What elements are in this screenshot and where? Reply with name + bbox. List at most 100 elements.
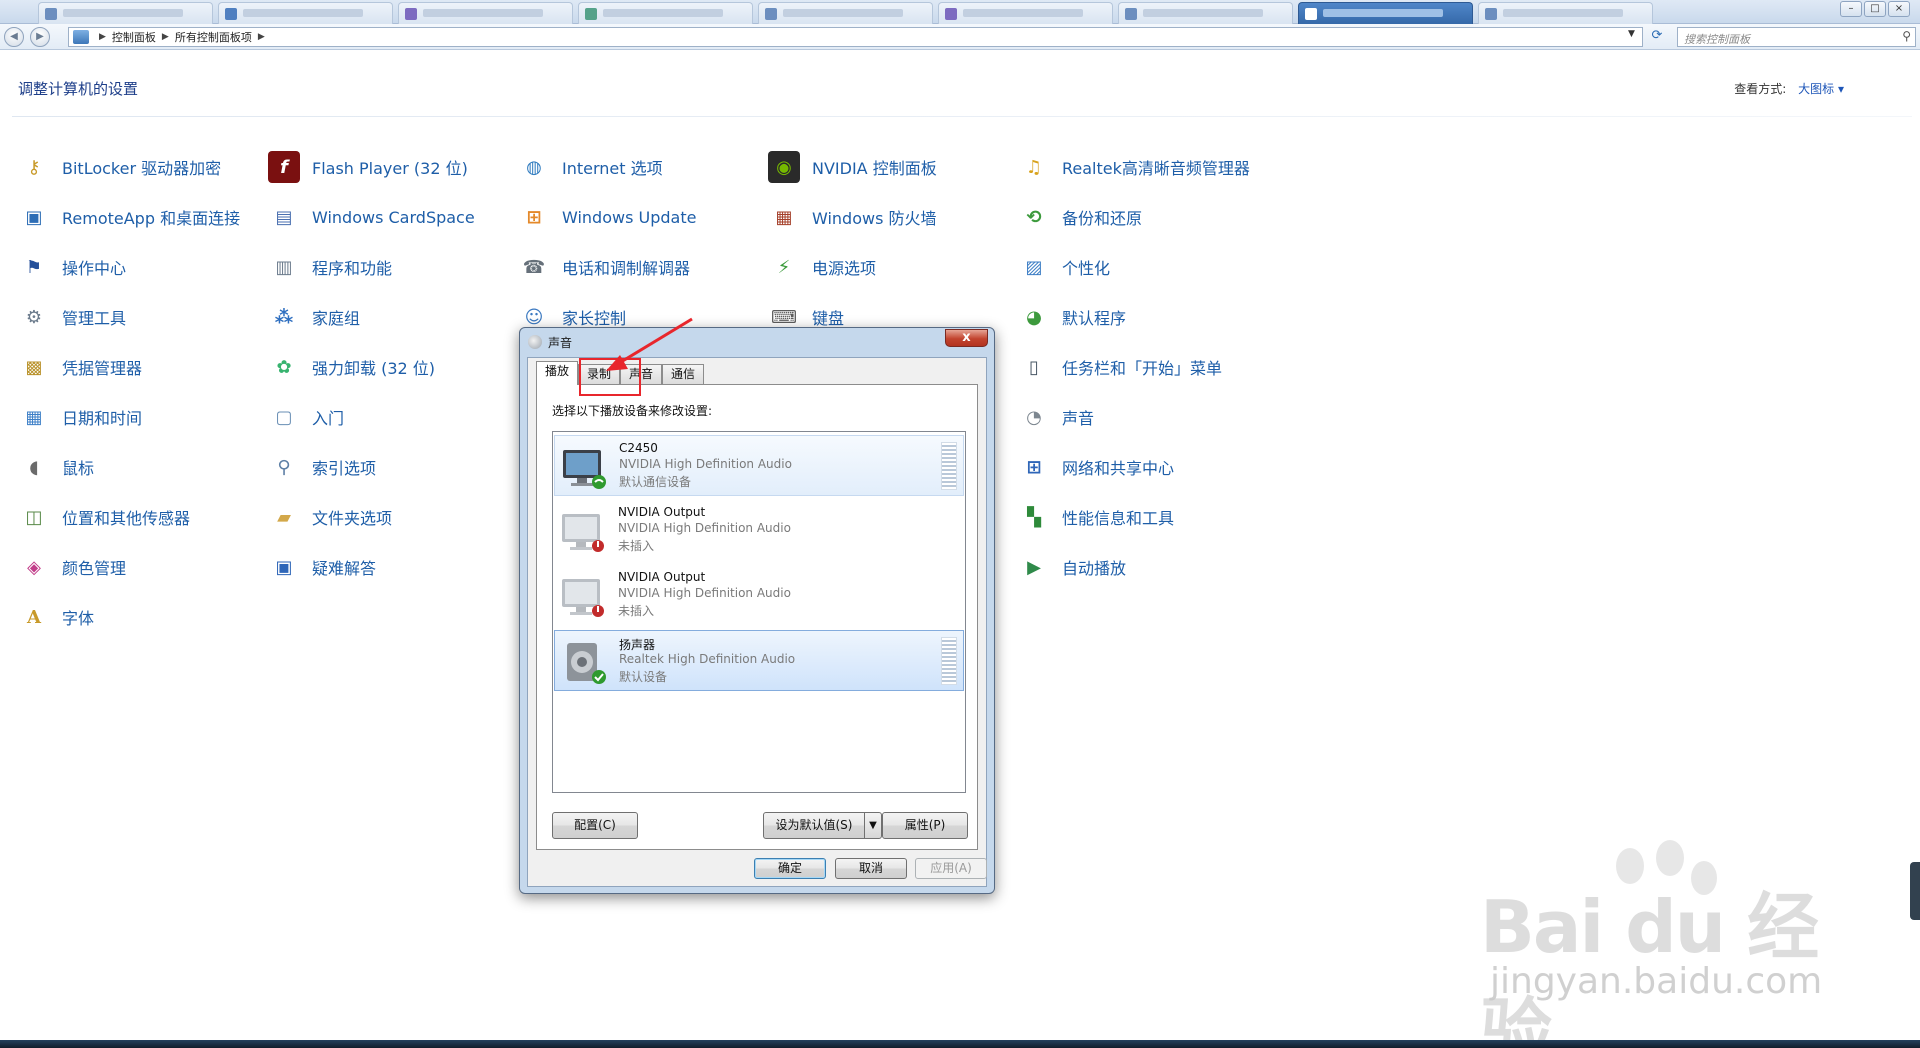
- browser-tab[interactable]: [578, 2, 753, 24]
- device-row[interactable]: C2450 NVIDIA High Definition Audio 默认通信设…: [554, 435, 964, 496]
- view-mode: 查看方式: 大图标 ▾: [1734, 80, 1844, 97]
- browser-tab-active[interactable]: [1298, 2, 1473, 24]
- cp-item-admin-tools[interactable]: ⚙ 管理工具: [18, 300, 126, 334]
- cp-item-cardspace[interactable]: ▤ Windows CardSpace: [268, 200, 474, 234]
- address-field[interactable]: ▶ 控制面板 ▶ 所有控制面板项 ▶: [68, 27, 1643, 47]
- breadcrumb-all-items[interactable]: 所有控制面板项: [175, 29, 252, 45]
- search-icon[interactable]: ⚲: [1902, 29, 1911, 43]
- browser-tab[interactable]: [218, 2, 393, 24]
- address-dropdown-icon[interactable]: ▼: [1628, 29, 1635, 39]
- control-panel-icon: [73, 30, 89, 44]
- sound-speaker-icon: ◔: [1026, 406, 1042, 428]
- cp-item-backup[interactable]: ⟲ 备份和还原: [1018, 200, 1142, 234]
- annotation-arrow-icon: [606, 317, 693, 371]
- baidu-jingyan-watermark: Bai du 经验 jingyan.baidu.com: [1470, 836, 1830, 1048]
- cp-item-getting-started[interactable]: ▢ 入门: [268, 400, 344, 434]
- search-input[interactable]: 搜索控制面板 ⚲: [1677, 27, 1916, 47]
- cp-item-uninstaller[interactable]: ✿ 强力卸载 (32 位): [268, 350, 435, 384]
- device-driver: NVIDIA High Definition Audio: [618, 586, 791, 600]
- indexing-options-icon: ⚲: [277, 456, 291, 478]
- cp-item-date-time[interactable]: ▦ 日期和时间: [18, 400, 142, 434]
- cp-item-programs[interactable]: ▥ 程序和功能: [268, 250, 392, 284]
- close-icon[interactable]: x: [945, 329, 988, 347]
- properties-button[interactable]: 属性(P): [882, 812, 968, 839]
- cp-item-taskbar[interactable]: ▯ 任务栏和「开始」菜单: [1018, 350, 1222, 384]
- cp-item-color-management[interactable]: ◈ 颜色管理: [18, 550, 126, 584]
- remoteapp-icon: ▣: [25, 206, 43, 228]
- cp-item-credentials[interactable]: ▩ 凭据管理器: [18, 350, 142, 384]
- cp-item-internet-options[interactable]: ◍ Internet 选项: [518, 150, 662, 184]
- minimize-icon[interactable]: –: [1840, 1, 1862, 17]
- cp-item-phone-modem[interactable]: ☎ 电话和调制解调器: [518, 250, 690, 284]
- realtek-audio-icon: ♫: [1025, 156, 1043, 178]
- folder-options-icon: ▰: [277, 506, 291, 528]
- cp-item-action-center[interactable]: ⚑ 操作中心: [18, 250, 126, 284]
- cp-item-remoteapp[interactable]: ▣ RemoteApp 和桌面连接: [18, 200, 240, 234]
- cp-item-fonts[interactable]: A 字体: [18, 600, 94, 634]
- tab-favicon-icon: [765, 8, 777, 20]
- device-driver: Realtek High Definition Audio: [619, 652, 796, 666]
- tab-playback[interactable]: 播放: [536, 361, 579, 385]
- cp-item-troubleshooting[interactable]: ▣ 疑难解答: [268, 550, 376, 584]
- set-default-button[interactable]: 设为默认值(S): [763, 812, 865, 839]
- date-time-icon: ▦: [25, 406, 43, 428]
- back-arrow-icon[interactable]: ◀: [4, 27, 24, 47]
- cp-item-default-programs[interactable]: ◕ 默认程序: [1018, 300, 1126, 334]
- uninstaller-icon: ✿: [276, 356, 292, 378]
- ok-button[interactable]: 确定: [754, 858, 826, 879]
- cp-item-network[interactable]: ⊞ 网络和共享中心: [1018, 450, 1174, 484]
- close-window-icon[interactable]: ×: [1888, 1, 1910, 17]
- cp-item-flash-player[interactable]: f Flash Player (32 位): [268, 150, 468, 184]
- flash-player-icon: f: [268, 151, 300, 183]
- browser-tab[interactable]: [758, 2, 933, 24]
- cp-item-location[interactable]: ◫ 位置和其他传感器: [18, 500, 190, 534]
- cp-item-power[interactable]: ⚡ 电源选项: [768, 250, 876, 284]
- device-row-selected[interactable]: 扬声器 Realtek High Definition Audio 默认设备: [554, 630, 964, 691]
- device-row[interactable]: NVIDIA Output NVIDIA High Definition Aud…: [554, 565, 964, 626]
- cp-item-performance[interactable]: ▚ 性能信息和工具: [1018, 500, 1174, 534]
- monitor-icon: [562, 579, 604, 617]
- credential-manager-icon: ▩: [25, 356, 43, 378]
- speaker-icon: [567, 643, 606, 684]
- cp-item-windows-update[interactable]: ⊞ Windows Update: [518, 200, 696, 234]
- volume-level-meter: [941, 637, 957, 685]
- cp-item-mouse[interactable]: ◖ 鼠标: [18, 450, 94, 484]
- device-name: 扬声器: [619, 638, 656, 652]
- breadcrumb-control-panel[interactable]: 控制面板: [112, 29, 156, 45]
- cancel-button[interactable]: 取消: [835, 858, 907, 879]
- browser-tab[interactable]: [1118, 2, 1293, 24]
- configure-button[interactable]: 配置(C): [552, 812, 638, 839]
- cp-item-folder-options[interactable]: ▰ 文件夹选项: [268, 500, 392, 534]
- browser-tab[interactable]: [38, 2, 213, 24]
- cp-item-homegroup[interactable]: ⁂ 家庭组: [268, 300, 360, 334]
- internet-options-icon: ◍: [526, 156, 542, 178]
- apply-button[interactable]: 应用(A): [915, 858, 987, 879]
- chevron-down-icon[interactable]: ▼: [864, 812, 882, 839]
- browser-tab[interactable]: [938, 2, 1113, 24]
- browser-tab[interactable]: [1478, 2, 1653, 24]
- maximize-icon[interactable]: □: [1864, 1, 1886, 17]
- default-programs-icon: ◕: [1026, 306, 1042, 328]
- device-row[interactable]: NVIDIA Output NVIDIA High Definition Aud…: [554, 500, 964, 561]
- cp-item-firewall[interactable]: ▦ Windows 防火墙: [768, 200, 936, 234]
- fonts-icon: A: [27, 606, 41, 628]
- device-status: 未插入: [618, 604, 655, 618]
- watermark-logo-text: Bai du 经验: [1480, 885, 1819, 1048]
- cp-item-personalization[interactable]: ▨ 个性化: [1018, 250, 1110, 284]
- refresh-icon[interactable]: ⟳: [1648, 27, 1666, 45]
- view-mode-dropdown[interactable]: 大图标 ▾: [1798, 82, 1844, 96]
- browser-tab[interactable]: [398, 2, 573, 24]
- cp-item-nvidia[interactable]: ◉ NVIDIA 控制面板: [768, 150, 937, 184]
- cp-item-realtek[interactable]: ♫ Realtek高清晰音频管理器: [1018, 150, 1250, 184]
- tab-favicon-icon: [1125, 8, 1137, 20]
- cp-item-indexing[interactable]: ⚲ 索引选项: [268, 450, 376, 484]
- cp-item-autoplay[interactable]: ▶ 自动播放: [1018, 550, 1126, 584]
- forward-arrow-icon[interactable]: ▶: [30, 27, 50, 47]
- cp-item-sound[interactable]: ◔ 声音: [1018, 400, 1094, 434]
- power-options-icon: ⚡: [777, 256, 791, 278]
- device-list[interactable]: C2450 NVIDIA High Definition Audio 默认通信设…: [552, 431, 966, 793]
- tab-favicon-icon: [1305, 8, 1317, 20]
- performance-icon: ▚: [1027, 506, 1041, 528]
- cp-item-bitlocker[interactable]: ⚷ BitLocker 驱动器加密: [18, 150, 221, 184]
- search-placeholder: 搜索控制面板: [1684, 33, 1750, 46]
